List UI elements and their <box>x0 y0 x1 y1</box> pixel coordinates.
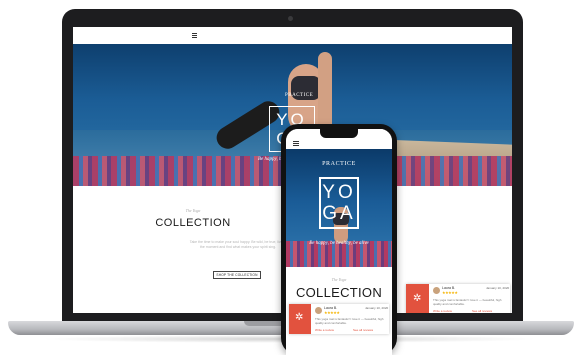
shop-collection-button[interactable]: SHOP THE COLLECTION <box>213 271 261 279</box>
hamburger-menu-icon[interactable] <box>192 33 197 38</box>
phone-review-text: This yoga mat is fantastic! I love it — … <box>315 317 384 325</box>
phone-yoga-logo: YO GA <box>319 177 359 229</box>
phone-collection-title: COLLECTION <box>295 285 383 300</box>
phone-hero-eyebrow: PRACTICE <box>322 161 356 167</box>
reviewer-avatar <box>433 287 440 294</box>
star-rating-icon: ★★★★★ <box>442 290 458 295</box>
review-date: January 10, 2020 <box>486 286 510 290</box>
phone-yoga-logo-text: YO GA <box>321 182 357 224</box>
phone-hero-banner: PRACTICE YO GA Be happy, be healthy, be … <box>286 149 392 267</box>
phone-hero-tagline: Be happy, be healthy, be alive <box>309 241 369 246</box>
review-widget-accent: ✲ <box>406 284 429 313</box>
phone-collection-eyebrow: The Yoga <box>331 277 347 282</box>
phone-write-review-link[interactable]: Write a review <box>315 328 334 332</box>
asterisk-logo-icon: ✲ <box>413 293 422 304</box>
phone-review-widget-accent: ✲ <box>289 304 311 334</box>
phone-frame: PRACTICE YO GA Be happy, be healthy, be … <box>281 124 397 355</box>
star-rating-icon: ★★★★★ <box>324 310 340 315</box>
hamburger-menu-icon[interactable] <box>293 141 299 146</box>
phone-all-reviews-link[interactable]: See all reviews <box>353 328 373 332</box>
phone-yoga-logo-line1: YO <box>322 182 356 203</box>
collection-description: Take the time to make your soul happy. B… <box>189 240 287 249</box>
phone-notch <box>320 129 358 138</box>
collection-eyebrow: The Yoga <box>185 208 201 213</box>
review-widget[interactable]: ✲ Laura B. ★★★★★ January 10, 2020 This y… <box>406 284 510 313</box>
phone-review-widget[interactable]: ✲ Laura B. ★★★★★ January 10, 2020 This y… <box>289 304 389 334</box>
phone-screen: PRACTICE YO GA Be happy, be healthy, be … <box>286 129 392 355</box>
asterisk-logo-icon: ✲ <box>295 312 304 323</box>
phone-reviewer-avatar <box>315 307 322 314</box>
write-review-link[interactable]: Write a review <box>433 309 452 313</box>
all-reviews-link[interactable]: See all reviews <box>472 309 492 313</box>
laptop-camera <box>288 16 293 21</box>
review-text: This yoga mat is fantastic! I love it — … <box>433 298 502 306</box>
hero-eyebrow: PRACTICE <box>285 93 314 98</box>
site-nav <box>73 27 512 44</box>
collection-title: COLLECTION <box>155 217 231 229</box>
phone-review-date: January 10, 2020 <box>365 306 389 310</box>
phone-yoga-logo-line2: GA <box>322 203 356 224</box>
